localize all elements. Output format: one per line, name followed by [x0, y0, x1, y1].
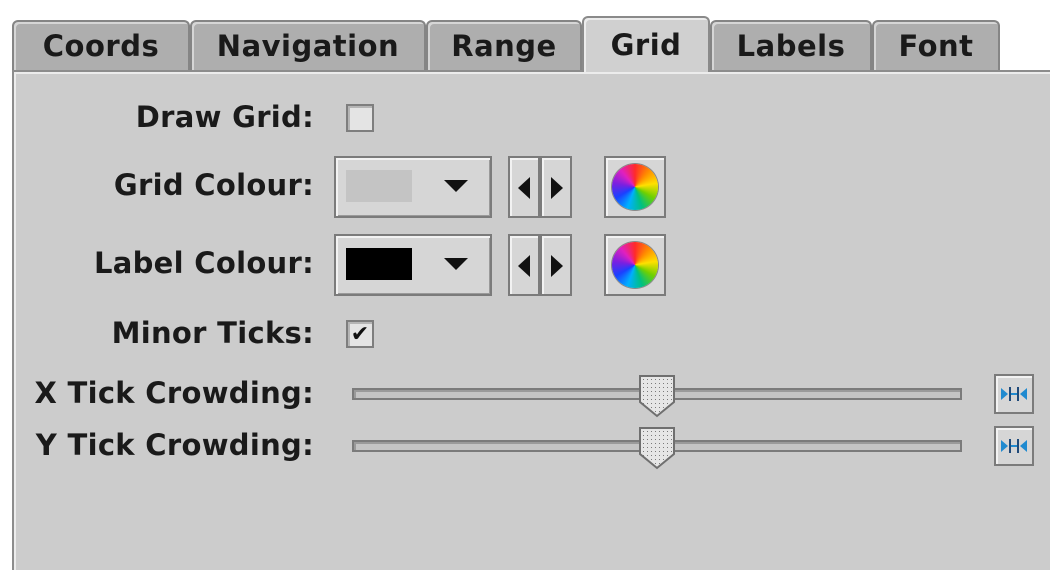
label-colour-label: Label Colour:	[93, 246, 314, 280]
grid-colour-chooser-button[interactable]	[604, 156, 666, 218]
x-tick-crowding-slider[interactable]	[352, 374, 962, 418]
tab-bar: Coords Navigation Range Grid Labels Font	[12, 16, 1002, 72]
label-colour-combo[interactable]	[334, 234, 492, 296]
checkmark-icon: ✔	[350, 321, 370, 347]
draw-grid-checkbox[interactable]	[346, 104, 374, 132]
tab-grid[interactable]: Grid	[582, 16, 710, 72]
chevron-down-icon	[444, 258, 468, 270]
colour-wheel-icon	[612, 164, 658, 210]
tab-font[interactable]: Font	[872, 20, 1000, 70]
grid-colour-stepper	[508, 156, 572, 218]
x-tick-crowding-reset-button[interactable]	[994, 374, 1034, 414]
reset-slider-icon	[1001, 387, 1027, 401]
label-colour-chooser-button[interactable]	[604, 234, 666, 296]
colour-wheel-icon	[612, 242, 658, 288]
tab-coords[interactable]: Coords	[12, 20, 190, 70]
reset-slider-icon	[1001, 439, 1027, 453]
grid-colour-combo[interactable]	[334, 156, 492, 218]
label-colour-next-button[interactable]	[540, 234, 572, 296]
grid-colour-swatch	[346, 170, 412, 202]
grid-settings-panel: Draw Grid: Grid Colour: Label Colour: Mi…	[12, 70, 1050, 570]
y-tick-crowding-label: Y Tick Crowding:	[35, 428, 314, 462]
triangle-left-icon	[518, 177, 530, 199]
triangle-left-icon	[518, 255, 530, 277]
triangle-right-icon	[551, 177, 563, 199]
tab-navigation[interactable]: Navigation	[190, 20, 426, 70]
chevron-down-icon	[444, 180, 468, 192]
minor-ticks-checkbox[interactable]: ✔	[346, 320, 374, 348]
grid-colour-prev-button[interactable]	[508, 156, 540, 218]
y-tick-crowding-reset-button[interactable]	[994, 426, 1034, 466]
tab-labels[interactable]: Labels	[710, 20, 872, 70]
tab-range[interactable]: Range	[426, 20, 582, 70]
label-colour-prev-button[interactable]	[508, 234, 540, 296]
slider-thumb[interactable]	[638, 426, 676, 470]
draw-grid-label: Draw Grid:	[135, 100, 314, 134]
slider-thumb[interactable]	[638, 374, 676, 418]
grid-colour-label: Grid Colour:	[113, 168, 314, 202]
label-colour-swatch	[346, 248, 412, 280]
label-colour-stepper	[508, 234, 572, 296]
triangle-right-icon	[551, 255, 563, 277]
grid-colour-next-button[interactable]	[540, 156, 572, 218]
y-tick-crowding-slider[interactable]	[352, 426, 962, 470]
minor-ticks-label: Minor Ticks:	[111, 316, 314, 350]
x-tick-crowding-label: X Tick Crowding:	[34, 376, 314, 410]
